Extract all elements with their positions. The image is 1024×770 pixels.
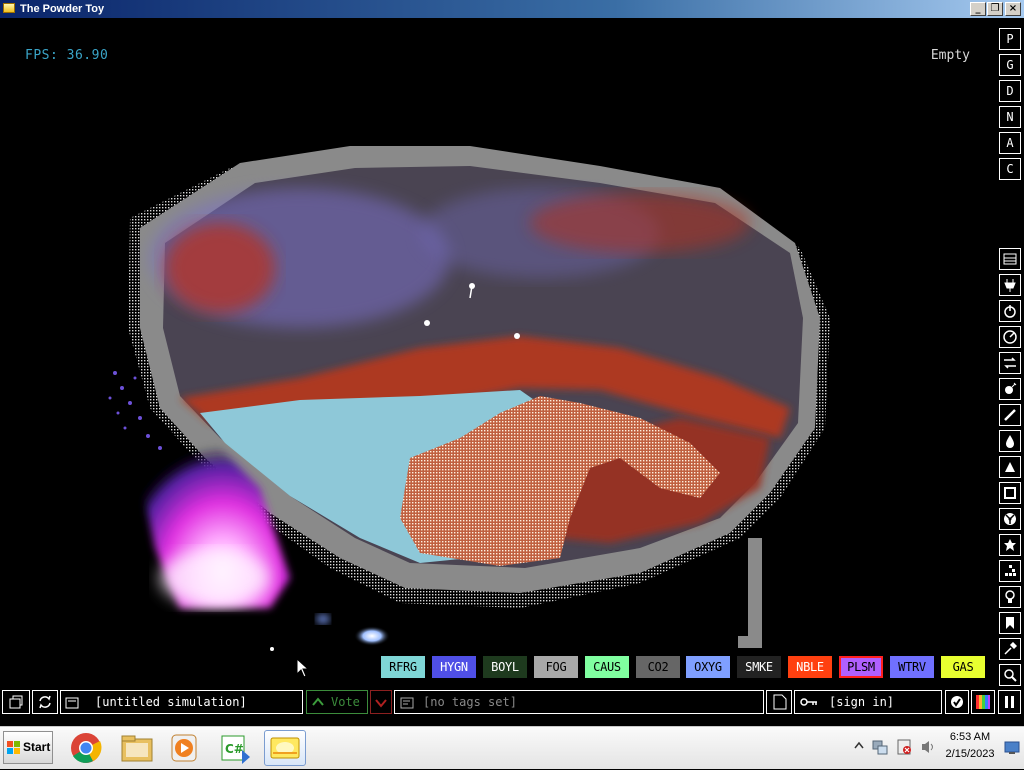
show-hidden-icons-chevron-icon[interactable] (854, 740, 864, 752)
restore-button[interactable]: ❐ (987, 2, 1003, 16)
sign-in-button[interactable]: [sign in] (794, 690, 942, 714)
save-name: [untitled simulation] (95, 695, 247, 709)
conveyor-icon[interactable] (999, 352, 1021, 374)
special-icon[interactable] (999, 534, 1021, 556)
svg-text:C#: C# (225, 742, 244, 756)
fps-counter: FPS: 36.90 (25, 48, 109, 63)
lightbulb-icon[interactable] (999, 586, 1021, 608)
element-button-nble[interactable]: NBLE (788, 656, 832, 678)
new-simulation-button[interactable] (766, 690, 792, 714)
color-palette-icon (976, 695, 990, 709)
favorites-icon[interactable] (999, 612, 1021, 634)
open-save-button[interactable] (2, 690, 30, 714)
pause-button[interactable] (998, 690, 1021, 714)
new-document-icon (773, 694, 787, 710)
element-button-hygn[interactable]: HYGN (432, 656, 476, 678)
render-options-button[interactable] (971, 690, 995, 714)
start-label: Start (23, 740, 51, 754)
tools-icon[interactable] (999, 638, 1021, 660)
title-bar: The Powder Toy _ ❐ × (0, 0, 1024, 18)
sign-in-label: [sign in] (829, 695, 895, 709)
vote-down-button[interactable] (370, 690, 392, 714)
render-mode-d-button[interactable]: D (999, 80, 1021, 102)
simulation-canvas[interactable] (0, 18, 996, 686)
minimize-button[interactable]: _ (970, 2, 986, 16)
show-desktop-icon[interactable] (1004, 741, 1020, 755)
render-mode-g-button[interactable]: G (999, 54, 1021, 76)
render-mode-a-button[interactable]: A (999, 132, 1021, 154)
reload-icon (39, 695, 51, 709)
save-simulation-button[interactable]: [untitled simulation] (60, 690, 303, 714)
chevron-down-icon (375, 699, 387, 708)
element-button-boyl[interactable]: BOYL (483, 656, 527, 678)
element-button-rfrg[interactable]: RFRG (381, 656, 425, 678)
radioactive-icon[interactable] (999, 508, 1021, 530)
network-icon[interactable] (872, 739, 888, 755)
tags-label: [no tags set] (423, 695, 517, 709)
liquid-icon[interactable] (999, 430, 1021, 452)
mouse-cursor-icon (296, 658, 310, 678)
powder-icon[interactable] (999, 456, 1021, 478)
render-mode-p-button[interactable]: P (999, 28, 1021, 50)
element-button-wtrv[interactable]: WTRV (890, 656, 934, 678)
save-icon (65, 697, 79, 709)
wall-icon[interactable] (999, 404, 1021, 426)
pause-icon (1005, 696, 1014, 708)
close-button[interactable]: × (1005, 2, 1021, 16)
chevron-up-icon (312, 697, 324, 706)
clock-time[interactable]: 6:53 AM (940, 731, 1000, 743)
settings-button[interactable] (945, 690, 969, 714)
render-mode-c-button[interactable]: C (999, 158, 1021, 180)
element-button-plsm[interactable]: PLSM (839, 656, 883, 678)
search-icon[interactable] (999, 664, 1021, 686)
vote-up-button[interactable]: Vote (306, 690, 368, 714)
visual-csharp-icon[interactable]: C# (216, 730, 254, 766)
explosive-icon[interactable] (999, 378, 1021, 400)
windows-logo-icon (7, 741, 20, 754)
life-icon[interactable] (999, 560, 1021, 582)
menu-icon[interactable] (999, 248, 1021, 270)
chrome-icon[interactable] (67, 730, 105, 766)
volume-icon[interactable] (920, 739, 936, 755)
element-button-fog[interactable]: FOG (534, 656, 578, 678)
electronics-icon[interactable] (999, 274, 1021, 296)
tag-icon (400, 697, 414, 709)
solid-icon[interactable] (999, 482, 1021, 504)
element-button-gas[interactable]: GAS (941, 656, 985, 678)
checkmark-icon (951, 696, 963, 708)
powder-toy-app-icon (3, 3, 15, 13)
clock-date[interactable]: 2/15/2023 (940, 748, 1000, 760)
taskbar: Start C# (0, 726, 1024, 769)
hover-element-label: Empty (930, 48, 970, 63)
element-button-smke[interactable]: SMKE (737, 656, 781, 678)
element-button-caus[interactable]: CAUS (585, 656, 629, 678)
powder-toy-icon[interactable] (264, 730, 306, 766)
media-player-icon[interactable] (166, 730, 204, 766)
simulation-particles (108, 146, 830, 651)
pressure-icon[interactable] (999, 326, 1021, 348)
file-explorer-icon[interactable] (118, 730, 156, 766)
action-center-icon[interactable] (896, 739, 912, 755)
start-button[interactable]: Start (3, 731, 53, 764)
reload-button[interactable] (32, 690, 58, 714)
key-icon (800, 698, 817, 706)
window-title: The Powder Toy (20, 3, 105, 15)
vote-label: Vote (331, 695, 360, 709)
tags-button[interactable]: [no tags set] (394, 690, 764, 714)
render-mode-n-button[interactable]: N (999, 106, 1021, 128)
power-icon[interactable] (999, 300, 1021, 322)
element-button-co2[interactable]: CO2 (636, 656, 680, 678)
folder-icon (9, 695, 23, 709)
element-button-oxyg[interactable]: OXYG (686, 656, 730, 678)
